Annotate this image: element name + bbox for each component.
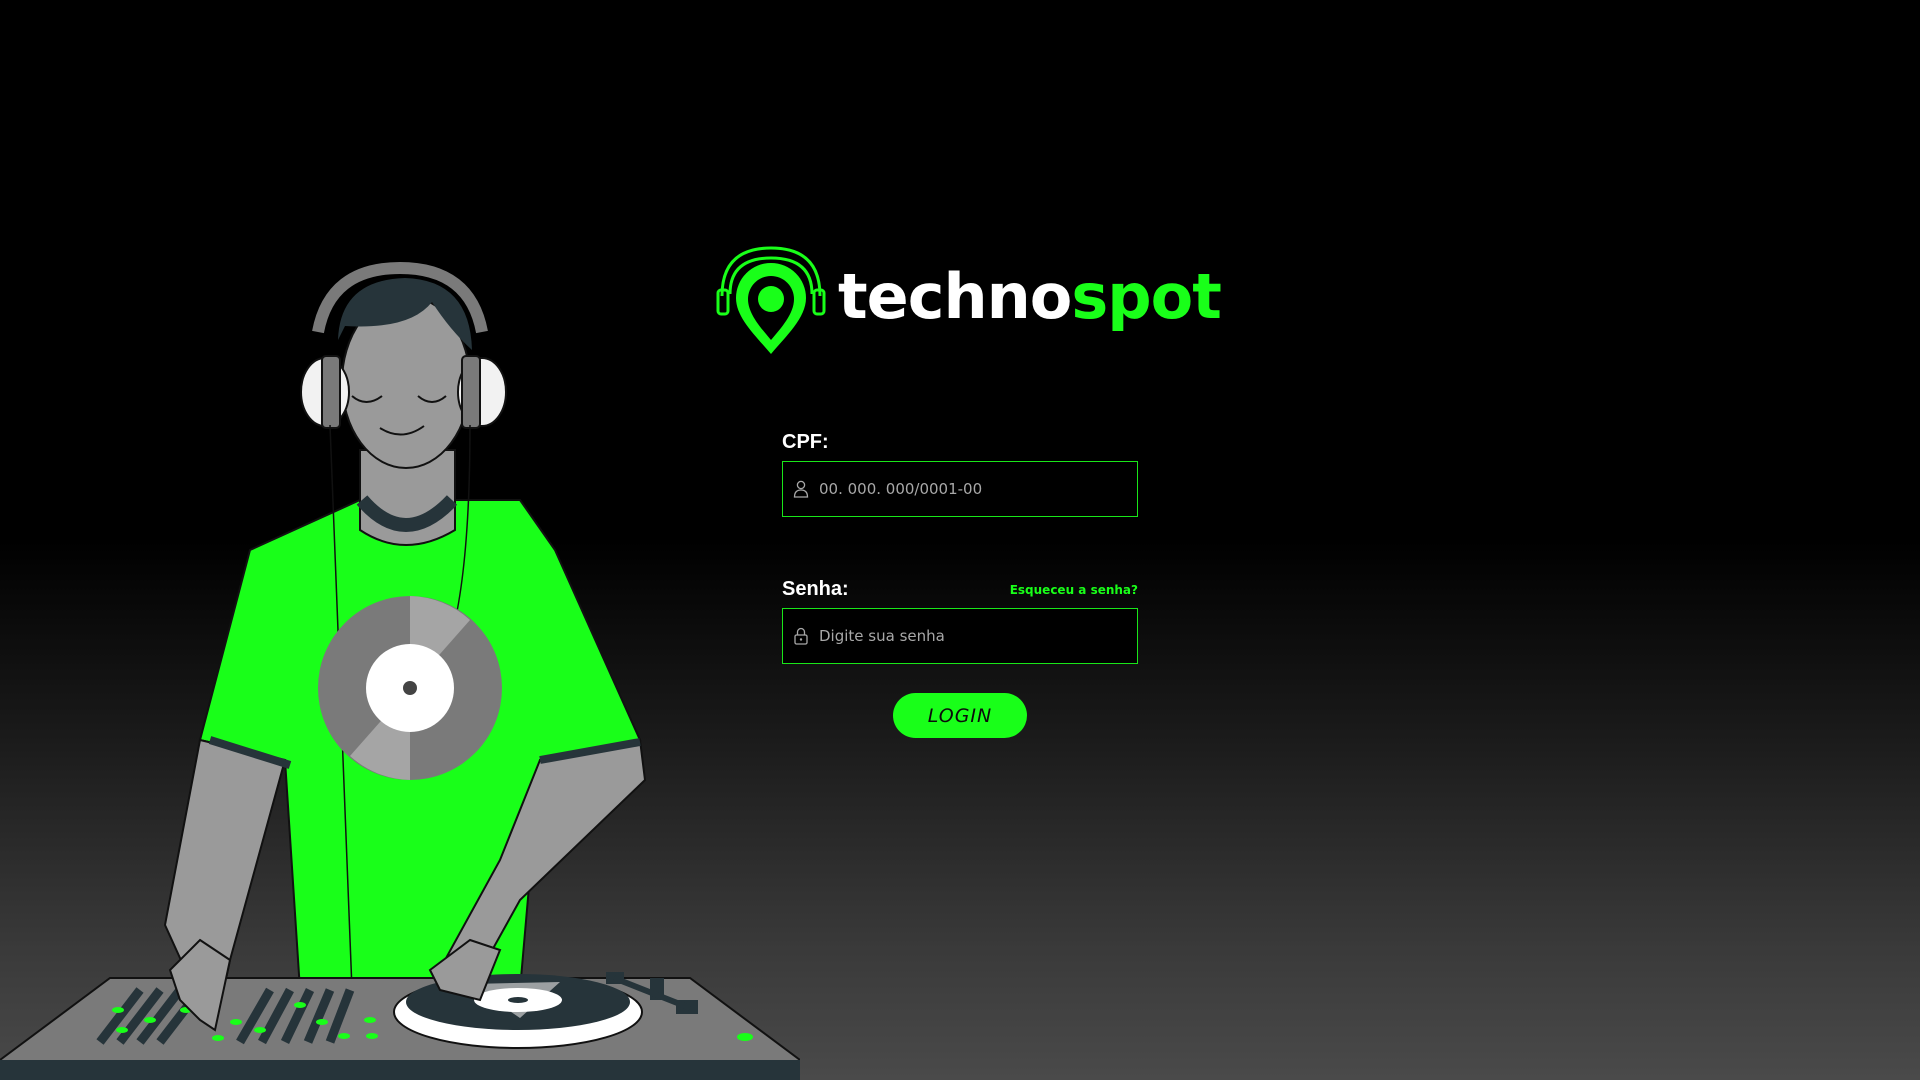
- cpf-field[interactable]: [782, 461, 1138, 517]
- password-label: Senha:: [782, 578, 849, 600]
- dj-illustration: [0, 261, 800, 1080]
- cpf-label: CPF:: [782, 431, 829, 453]
- location-pin-headphones-icon: [716, 246, 826, 354]
- lock-icon: [794, 627, 808, 645]
- password-input[interactable]: [817, 626, 1137, 646]
- brand-name-green: spot: [1071, 260, 1222, 333]
- brand-name-white: techno: [838, 260, 1072, 333]
- login-form: CPF: Senha: Esqueceu a senha?: [782, 432, 1138, 664]
- password-field[interactable]: [782, 608, 1138, 664]
- cpf-input[interactable]: [817, 479, 1137, 499]
- forgot-password-link[interactable]: Esqueceu a senha?: [1010, 583, 1138, 597]
- login-button[interactable]: LOGIN: [893, 693, 1027, 738]
- brand-logo: technospot: [716, 244, 1222, 364]
- brand-wordmark: technospot: [838, 266, 1222, 328]
- user-icon: [793, 480, 809, 498]
